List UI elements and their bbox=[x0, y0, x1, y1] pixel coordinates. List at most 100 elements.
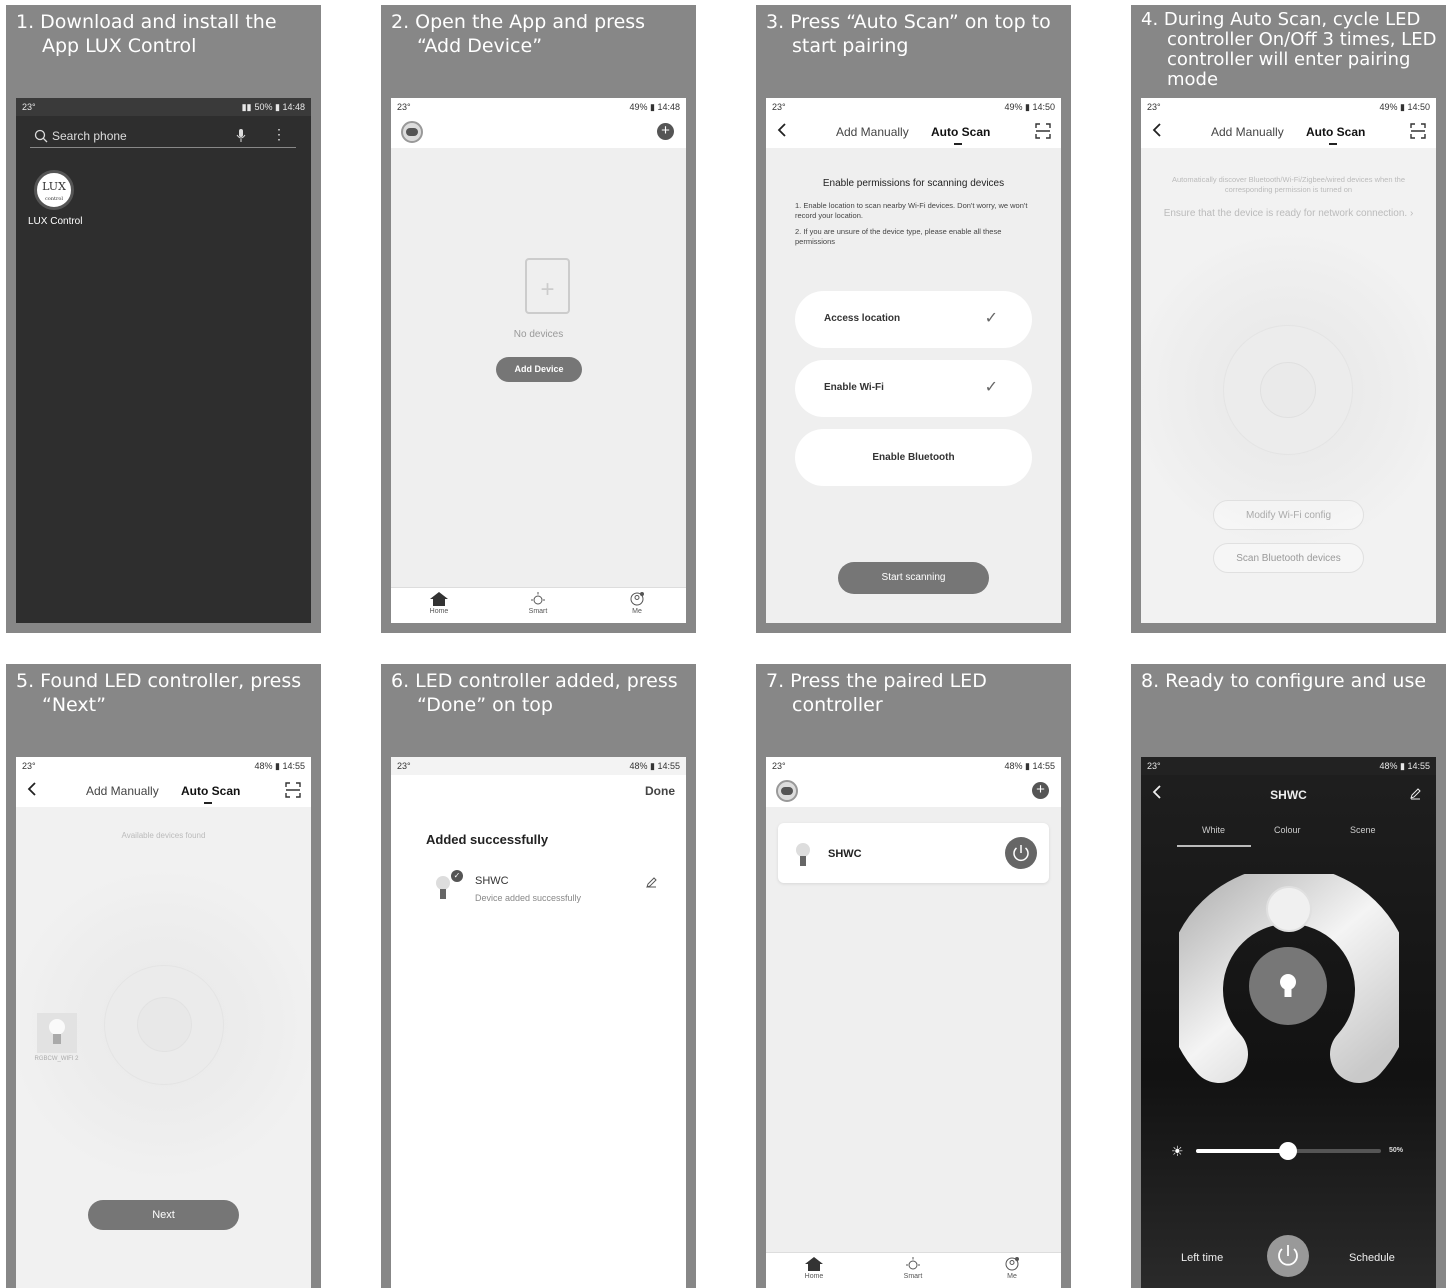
bulb-icon bbox=[436, 876, 450, 890]
device-name: SHWC bbox=[828, 848, 862, 860]
permissions-p2: 2. If you are unsure of the device type,… bbox=[795, 227, 1002, 246]
more-options-icon[interactable]: ⋮ bbox=[272, 126, 286, 143]
phone-screen-device-list: 23° 48% ▮ 14:55 + SHWC Home Smart Me bbox=[766, 757, 1061, 1288]
ensure-ready-link[interactable]: Ensure that the device is ready for netw… bbox=[1141, 208, 1436, 219]
step-card-8: 8. Ready to configure and use 23° 48% ▮ … bbox=[1131, 664, 1446, 1288]
add-plus-icon[interactable]: + bbox=[1032, 782, 1049, 799]
nav-smart[interactable]: Smart bbox=[893, 1257, 933, 1280]
brightness-icon: ☀ bbox=[1171, 1143, 1184, 1159]
step-title: 3. Press “Auto Scan” on top to start pai… bbox=[766, 11, 1051, 57]
sun-icon bbox=[531, 592, 545, 605]
sun-icon bbox=[906, 1257, 920, 1270]
tab-colour[interactable]: Colour bbox=[1274, 825, 1301, 835]
tab-add-manually[interactable]: Add Manually bbox=[86, 784, 159, 798]
enable-wifi-button[interactable]: Enable Wi-Fi ✓ bbox=[795, 360, 1032, 417]
scan-tabs: Add Manually Auto Scan bbox=[766, 116, 1061, 148]
step-title: 4. During Auto Scan, cycle LED controlle… bbox=[1141, 9, 1437, 90]
done-button[interactable]: Done bbox=[645, 784, 675, 798]
schedule-button[interactable]: Schedule bbox=[1349, 1252, 1395, 1264]
phone-screen-added: 23° 48% ▮ 14:55 Done Added successfully … bbox=[391, 757, 686, 1288]
phone-screen-empty: 23° 49% ▮ 14:48 + + No devices Add Devic… bbox=[391, 98, 686, 623]
back-arrow-icon[interactable] bbox=[776, 122, 788, 138]
tab-underline bbox=[1177, 845, 1251, 847]
scan-bluetooth-button[interactable]: Scan Bluetooth devices bbox=[1213, 543, 1364, 573]
found-device[interactable]: RGBCW_WIFI 2 bbox=[34, 1013, 79, 1062]
phone-screen-found: 23° 48% ▮ 14:55 Add Manually Auto Scan A… bbox=[16, 757, 311, 1288]
status-bar: 23° 48% ▮ 14:55 bbox=[391, 757, 686, 775]
qr-scan-icon[interactable] bbox=[285, 782, 301, 798]
bottom-nav: Home Smart Me bbox=[391, 587, 686, 623]
tab-add-manually[interactable]: Add Manually bbox=[1211, 125, 1284, 139]
battery-icon: ▮▮ bbox=[241, 101, 252, 112]
search-icon bbox=[34, 129, 48, 142]
added-heading: Added successfully bbox=[426, 832, 549, 847]
bulb-icon bbox=[36, 1013, 77, 1053]
empty-doc-icon: + bbox=[525, 258, 570, 314]
power-icon bbox=[1013, 845, 1029, 862]
tab-underline bbox=[1329, 143, 1337, 145]
nav-me[interactable]: Me bbox=[992, 1257, 1032, 1280]
qr-scan-icon[interactable] bbox=[1035, 123, 1051, 139]
step-title: 7. Press the paired LED controller bbox=[766, 670, 987, 716]
edit-pencil-icon[interactable] bbox=[1409, 787, 1422, 800]
found-label: Available devices found bbox=[121, 831, 206, 840]
device-status: Device added successfully bbox=[475, 893, 582, 903]
nav-home[interactable]: Home bbox=[419, 592, 459, 615]
status-bar: 23° 48% ▮ 14:55 bbox=[766, 757, 1061, 775]
lux-logo: LUX control bbox=[42, 180, 66, 202]
enable-bluetooth-button[interactable]: Enable Bluetooth bbox=[795, 429, 1032, 486]
add-device-button[interactable]: Add Device bbox=[496, 357, 582, 382]
scan-hint: Automatically discover Bluetooth/Wi-Fi/Z… bbox=[1171, 175, 1406, 194]
robot-avatar-icon[interactable] bbox=[776, 780, 798, 802]
brightness-value: 50% bbox=[1389, 1147, 1404, 1154]
access-location-button[interactable]: Access location ✓ bbox=[795, 291, 1032, 348]
nav-home[interactable]: Home bbox=[794, 1257, 834, 1280]
tab-auto-scan[interactable]: Auto Scan bbox=[931, 125, 990, 139]
status-bar: 23° ▮▮ 50% ▮ 14:48 bbox=[16, 98, 311, 116]
brightness-slider[interactable] bbox=[1196, 1142, 1381, 1160]
step-title: 5. Found LED controller, press “Next” bbox=[16, 670, 302, 716]
back-arrow-icon[interactable] bbox=[26, 781, 38, 797]
radar-center bbox=[137, 997, 192, 1052]
app-icon-lux-control[interactable]: LUX control bbox=[34, 170, 74, 210]
phone-screen-permissions: 23° 49% ▮ 14:50 Add Manually Auto Scan E… bbox=[766, 98, 1061, 623]
device-title: SHWC bbox=[1270, 788, 1307, 802]
device-card-shwc[interactable]: SHWC bbox=[778, 823, 1049, 883]
search-input[interactable]: Search phone bbox=[52, 129, 127, 143]
radar-center bbox=[1260, 362, 1316, 418]
back-arrow-icon[interactable] bbox=[1151, 122, 1163, 138]
scan-tabs: Add Manually Auto Scan bbox=[16, 775, 311, 807]
add-plus-icon[interactable]: + bbox=[657, 123, 674, 140]
microphone-icon[interactable] bbox=[236, 129, 246, 143]
next-button[interactable]: Next bbox=[88, 1200, 239, 1230]
step-title: 1. Download and install the App LUX Cont… bbox=[16, 11, 277, 57]
search-bar[interactable]: Search phone ⋮ bbox=[30, 124, 296, 148]
power-toggle-button[interactable] bbox=[1005, 837, 1037, 869]
tab-underline bbox=[204, 802, 212, 804]
nav-smart[interactable]: Smart bbox=[518, 592, 558, 615]
edit-pencil-icon[interactable] bbox=[645, 876, 658, 889]
bulb-center-button[interactable] bbox=[1249, 947, 1327, 1025]
robot-avatar-icon[interactable] bbox=[401, 121, 423, 143]
brightness-knob[interactable] bbox=[1279, 1142, 1297, 1160]
step-title: 8. Ready to configure and use bbox=[1141, 670, 1427, 692]
tab-add-manually[interactable]: Add Manually bbox=[836, 125, 909, 139]
tab-auto-scan[interactable]: Auto Scan bbox=[1306, 125, 1365, 139]
check-icon: ✓ bbox=[984, 379, 998, 396]
qr-scan-icon[interactable] bbox=[1410, 123, 1426, 139]
step-card-1: 1. Download and install the App LUX Cont… bbox=[6, 5, 321, 633]
permissions-heading: Enable permissions for scanning devices bbox=[822, 178, 1005, 189]
phone-screen-control: 23° 48% ▮ 14:55 SHWC White Colour Scene … bbox=[1141, 757, 1436, 1288]
status-bar: 23° 48% ▮ 14:55 bbox=[16, 757, 311, 775]
modify-wifi-button[interactable]: Modify Wi-Fi config bbox=[1213, 500, 1364, 530]
tab-scene[interactable]: Scene bbox=[1350, 825, 1376, 835]
left-time-button[interactable]: Left time bbox=[1181, 1252, 1223, 1264]
step-card-3: 3. Press “Auto Scan” on top to start pai… bbox=[756, 5, 1071, 633]
start-scanning-button[interactable]: Start scanning bbox=[838, 562, 989, 594]
nav-me[interactable]: Me bbox=[617, 592, 657, 615]
tab-auto-scan[interactable]: Auto Scan bbox=[181, 784, 240, 798]
brightness-fill bbox=[1196, 1149, 1289, 1153]
step-title: 6. LED controller added, press “Done” on… bbox=[391, 670, 678, 716]
power-button[interactable] bbox=[1267, 1235, 1309, 1277]
tab-white[interactable]: White bbox=[1202, 825, 1225, 835]
